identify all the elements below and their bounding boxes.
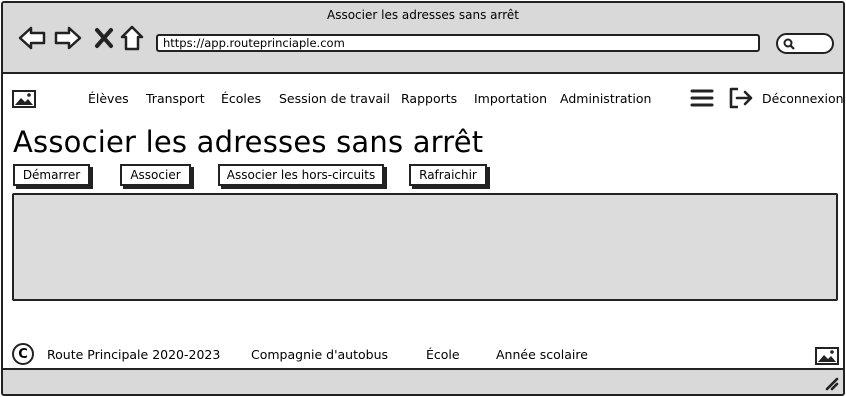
hamburger-menu-icon[interactable] [690, 88, 714, 108]
back-arrow-icon[interactable] [17, 23, 47, 53]
nav-item-rapports[interactable]: Rapports [401, 91, 457, 106]
logout-button[interactable]: Déconnexion [728, 87, 844, 109]
browser-window: Associer les adresses sans arrêt https:/… [1, 1, 845, 396]
home-icon[interactable] [117, 23, 147, 53]
window-title: Associer les adresses sans arrêt [327, 8, 519, 22]
nav-item-transport[interactable]: Transport [146, 91, 205, 106]
logout-label: Déconnexion [762, 90, 844, 106]
image-icon[interactable] [12, 90, 36, 108]
footer: C Route Principale 2020-2023 Compagnie d… [3, 341, 843, 369]
browser-chrome: Associer les adresses sans arrêt https:/… [3, 3, 843, 74]
footer-copyright: Route Principale 2020-2023 [47, 347, 221, 362]
logout-icon [729, 87, 753, 109]
resize-grip-icon[interactable] [823, 375, 839, 391]
url-input[interactable]: https://app.routeprinciaple.com [156, 34, 760, 52]
nav-item-importation[interactable]: Importation [474, 91, 547, 106]
addresses-grid[interactable] [12, 193, 838, 301]
footer-link-bus-company[interactable]: Compagnie d'autobus [251, 347, 388, 362]
nav-item-eleves[interactable]: Élèves [88, 91, 129, 106]
status-bar [3, 368, 843, 394]
main-navbar: Élèves Transport Écoles Session de trava… [3, 76, 843, 118]
page-title: Associer les adresses sans arrêt [13, 125, 484, 159]
nav-item-ecoles[interactable]: Écoles [221, 91, 261, 106]
footer-link-school[interactable]: École [426, 347, 460, 362]
image-icon [815, 347, 839, 365]
forward-arrow-icon[interactable] [53, 23, 83, 53]
search-icon [783, 38, 795, 50]
nav-item-session-de-travail[interactable]: Session de travail [279, 91, 390, 106]
search-input[interactable] [776, 33, 834, 54]
close-icon[interactable] [89, 23, 119, 53]
copyright-icon: C [12, 343, 34, 365]
start-button[interactable]: Démarrer [13, 164, 90, 186]
nav-item-administration[interactable]: Administration [560, 91, 651, 106]
footer-link-school-year[interactable]: Année scolaire [496, 347, 588, 362]
associate-off-route-button[interactable]: Associer les hors-circuits [218, 164, 384, 186]
associate-button[interactable]: Associer [120, 164, 191, 186]
refresh-button[interactable]: Rafraichir [409, 164, 487, 186]
